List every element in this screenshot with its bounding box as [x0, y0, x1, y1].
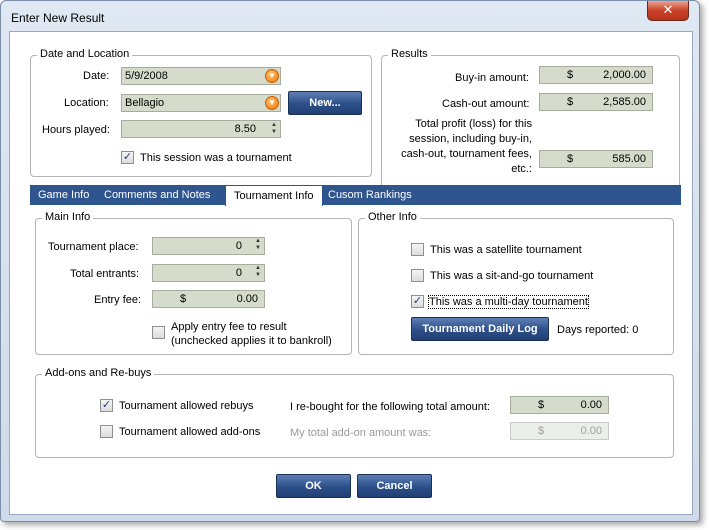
main-info-group: Main Info Tournament place: 0 ▲ ▼ Total … [35, 211, 352, 355]
hours-spinner[interactable]: ▲ ▼ [269, 122, 279, 138]
spin-up-icon[interactable]: ▲ [253, 238, 263, 245]
addons-rebuys-group: Add-ons and Re-buys ✓ Tournament allowed… [35, 367, 674, 458]
spin-down-icon[interactable]: ▼ [269, 129, 279, 136]
other-info-group: Other Info This was a satellite tourname… [358, 211, 674, 355]
tab-comments-notes[interactable]: Comments and Notes [96, 185, 218, 205]
rebought-amount-label: I re-bought for the following total amou… [290, 401, 490, 413]
total-entrants-label: Total entrants: [70, 268, 140, 280]
close-button[interactable]: ✕ [647, 1, 689, 21]
sit-and-go-checkbox[interactable] [411, 269, 424, 282]
results-group: Results Buy-in amount: $ 2,000.00 Cash-o… [381, 48, 680, 200]
rebuys-label: Tournament allowed rebuys [119, 400, 254, 412]
tournament-session-checkbox[interactable]: ✓ [121, 151, 134, 164]
window-title: Enter New Result [11, 11, 105, 25]
tournament-place-spinner[interactable]: ▲ ▼ [253, 238, 263, 254]
tab-game-info[interactable]: Game Info [30, 185, 97, 205]
hours-played-field[interactable]: 8.50 [121, 120, 281, 138]
addon-amount-field: $ 0.00 [510, 422, 609, 440]
addons-checkbox[interactable] [100, 425, 113, 438]
spin-up-icon[interactable]: ▲ [269, 122, 279, 129]
total-entrants-field[interactable]: 0 [152, 264, 265, 282]
multi-day-label: This was a multi-day tournament [428, 295, 589, 309]
tab-bar: Game Info Comments and Notes Tournament … [30, 185, 681, 206]
location-dropdown-icon[interactable]: ▼ [265, 96, 279, 110]
date-location-legend: Date and Location [37, 48, 133, 60]
other-info-legend: Other Info [365, 211, 420, 223]
profit-label: Total profit (loss) for this session, in… [401, 118, 532, 175]
total-entrants-spinner[interactable]: ▲ ▼ [253, 265, 263, 281]
location-field[interactable]: Bellagio [121, 94, 281, 112]
ok-button[interactable]: OK [276, 474, 351, 498]
tab-custom-rankings[interactable]: Cusom Rankings [320, 185, 420, 205]
buyin-field[interactable]: $ 2,000.00 [539, 66, 653, 84]
rebought-amount-field[interactable]: $ 0.00 [510, 396, 609, 414]
hours-played-label: Hours played: [42, 124, 110, 136]
multi-day-checkbox[interactable]: ✓ [411, 295, 424, 308]
addon-amount-label: My total add-on amount was: [290, 427, 432, 439]
spin-up-icon[interactable]: ▲ [253, 265, 263, 272]
date-label: Date: [83, 70, 110, 82]
date-dropdown-icon[interactable]: ▼ [265, 69, 279, 83]
days-reported-label: Days reported: 0 [557, 324, 639, 336]
new-location-button[interactable]: New... [288, 91, 362, 115]
main-info-legend: Main Info [42, 211, 94, 223]
cashout-field[interactable]: $ 2,585.00 [539, 93, 653, 111]
tournament-place-label: Tournament place: [48, 241, 139, 253]
dialog-client-area: Date and Location Date: 5/9/2008 ▼ Locat… [9, 31, 693, 515]
title-bar[interactable]: Enter New Result ✕ [1, 1, 699, 31]
tournament-session-label: This session was a tournament [140, 152, 292, 164]
location-label: Location: [64, 97, 109, 109]
buyin-label: Buy-in amount: [455, 72, 529, 84]
addons-label: Tournament allowed add-ons [119, 426, 261, 438]
entry-fee-field[interactable]: $ 0.00 [152, 290, 265, 308]
tab-tournament-info[interactable]: Tournament Info [225, 185, 323, 206]
apply-entry-fee-checkbox[interactable] [152, 326, 165, 339]
entry-fee-label: Entry fee: [94, 294, 142, 306]
enter-new-result-window: Enter New Result ✕ Date and Location Dat… [0, 0, 700, 522]
rebuys-checkbox[interactable]: ✓ [100, 399, 113, 412]
spin-down-icon[interactable]: ▼ [253, 272, 263, 279]
addons-rebuys-legend: Add-ons and Re-buys [42, 367, 155, 379]
profit-field: $ 585.00 [539, 150, 653, 168]
cashout-label: Cash-out amount: [442, 98, 530, 110]
satellite-checkbox[interactable] [411, 243, 424, 256]
spin-down-icon[interactable]: ▼ [253, 245, 263, 252]
date-location-group: Date and Location Date: 5/9/2008 ▼ Locat… [30, 48, 372, 177]
tournament-place-field[interactable]: 0 [152, 237, 265, 255]
apply-entry-fee-label: Apply entry fee to result (unchecked app… [171, 321, 332, 347]
tournament-daily-log-button[interactable]: Tournament Daily Log [411, 317, 549, 341]
sit-and-go-label: This was a sit-and-go tournament [430, 270, 594, 282]
cancel-button[interactable]: Cancel [357, 474, 432, 498]
satellite-label: This was a satellite tournament [430, 244, 582, 256]
date-field[interactable]: 5/9/2008 [121, 67, 281, 85]
results-legend: Results [388, 48, 431, 60]
